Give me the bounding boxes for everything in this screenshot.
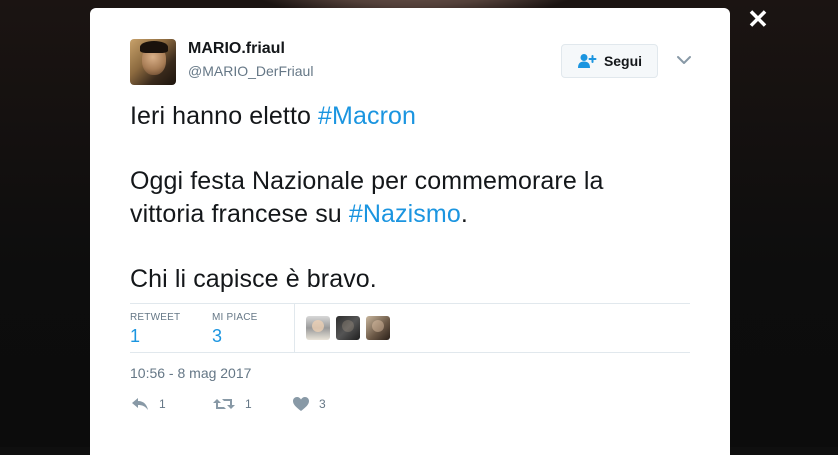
avatar-hair xyxy=(140,41,168,53)
hashtag-link[interactable]: #Macron xyxy=(318,102,416,130)
tweet-line: vittoria francese su #Nazismo. xyxy=(130,198,700,231)
liker-avatar[interactable] xyxy=(336,316,360,340)
tweet-line-text: Ieri hanno eletto xyxy=(130,102,319,130)
reply-icon xyxy=(132,398,148,410)
divider xyxy=(294,304,295,352)
tweet-card: MARIO.friaul @MARIO_DerFriaul Segui Ieri… xyxy=(90,8,730,455)
follow-button-label: Segui xyxy=(603,53,643,69)
like-action-count: 3 xyxy=(319,397,326,411)
tweet-text: Ieri hanno eletto #Macron Oggi festa Naz… xyxy=(130,100,700,296)
like-button[interactable]: 3 xyxy=(292,396,326,412)
retweet-count: 1 xyxy=(130,326,141,346)
heart-icon xyxy=(293,397,309,411)
tweet-line-text: . xyxy=(460,200,468,228)
hashtag-link[interactable]: #Nazismo xyxy=(349,200,461,228)
retweet-stat[interactable]: RETWEET 1 xyxy=(130,312,180,347)
tweet-line: Chi li capisce è bravo. xyxy=(130,265,377,293)
tweet-line: Oggi festa Nazionale per commemorare la xyxy=(130,167,604,195)
like-stat[interactable]: MI PIACE 3 xyxy=(212,312,258,347)
like-stat-label: MI PIACE xyxy=(212,312,258,323)
reply-button[interactable]: 1 xyxy=(130,396,166,412)
retweet-stat-label: RETWEET xyxy=(130,312,181,323)
like-count: 3 xyxy=(212,326,223,346)
tweet-line-text: vittoria francese su xyxy=(130,200,349,228)
tweet-line: Ieri hanno eletto #Macron xyxy=(130,100,700,133)
follow-user-icon xyxy=(577,54,597,68)
liker-avatars xyxy=(306,316,390,340)
retweet-icon xyxy=(213,399,235,409)
close-icon[interactable]: ✕ xyxy=(746,6,770,32)
liker-avatar[interactable] xyxy=(306,316,330,340)
retweet-action-count: 1 xyxy=(245,397,252,411)
liker-avatar[interactable] xyxy=(366,316,390,340)
author-name[interactable]: MARIO.friaul xyxy=(188,40,285,58)
tweet-stats: RETWEET 1 MI PIACE 3 xyxy=(130,303,690,353)
avatar[interactable] xyxy=(130,39,176,85)
author-handle[interactable]: @MARIO_DerFriaul xyxy=(188,63,313,79)
retweet-button[interactable]: 1 xyxy=(212,396,252,412)
tweet-timestamp[interactable]: 10:56 - 8 mag 2017 xyxy=(130,365,251,381)
reply-count: 1 xyxy=(159,397,166,411)
caret-down-icon[interactable] xyxy=(676,54,692,66)
follow-button[interactable]: Segui xyxy=(561,44,658,78)
